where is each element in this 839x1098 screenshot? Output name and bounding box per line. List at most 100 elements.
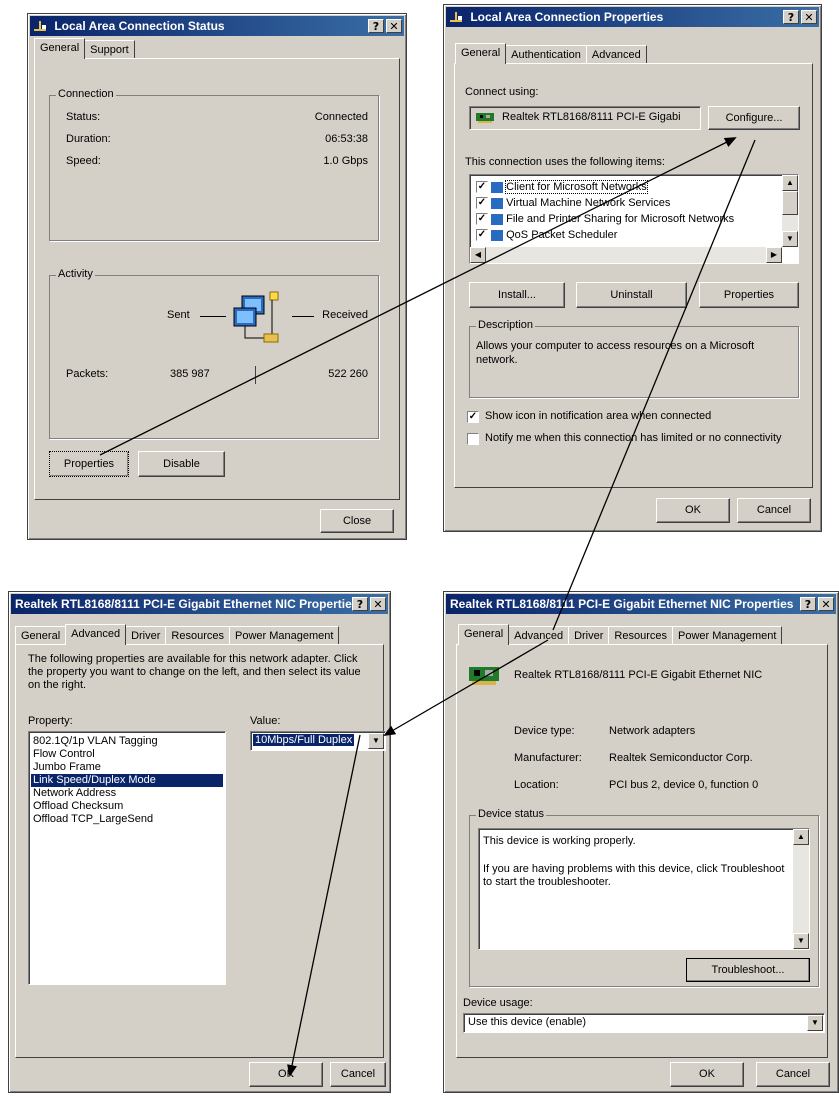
- list-item[interactable]: Jumbo Frame: [31, 761, 223, 774]
- network-card-icon: [476, 113, 494, 123]
- tab-general[interactable]: General: [455, 43, 507, 64]
- property-label: Property:: [28, 715, 73, 727]
- help-icon[interactable]: ?: [783, 10, 799, 24]
- packets-received-value: 522 260: [328, 368, 368, 380]
- connect-using-label: Connect using:: [465, 86, 539, 98]
- packets-sent-value: 385 987: [170, 368, 210, 380]
- manufacturer-value: Realtek Semiconductor Corp.: [609, 752, 753, 764]
- description-group: Description Allows your computer to acce…: [469, 319, 799, 398]
- item-properties-button[interactable]: Properties: [699, 282, 799, 308]
- disable-button[interactable]: Disable: [138, 451, 225, 477]
- close-icon[interactable]: ✕: [801, 10, 817, 24]
- duration-label: Duration:: [66, 133, 111, 145]
- title-bar[interactable]: Local Area Connection Properties ? ✕: [446, 7, 819, 27]
- notify-checkbox[interactable]: [467, 433, 479, 445]
- tab-advanced[interactable]: Advanced: [65, 624, 127, 645]
- title-bar[interactable]: Local Area Connection Status ? ✕: [30, 16, 404, 36]
- install-button[interactable]: Install...: [469, 282, 565, 308]
- list-item[interactable]: Offload TCP_LargeSend: [31, 813, 223, 826]
- value-label: Value:: [250, 715, 281, 727]
- group-label: Activity: [56, 268, 95, 280]
- show-icon-checkbox[interactable]: ✓: [467, 411, 479, 423]
- help-icon[interactable]: ?: [368, 19, 384, 33]
- location-value: PCI bus 2, device 0, function 0: [609, 779, 759, 791]
- help-icon[interactable]: ?: [352, 597, 368, 611]
- property-list[interactable]: 802.1Q/1p VLAN Tagging Flow Control Jumb…: [28, 731, 226, 985]
- vertical-scrollbar[interactable]: ▲ ▼: [782, 175, 798, 247]
- close-icon[interactable]: ✕: [818, 597, 834, 611]
- tab-general[interactable]: General: [15, 626, 67, 645]
- intro-text: The following properties are available f…: [28, 653, 361, 691]
- items-list[interactable]: ✓ Client for Microsoft Networks ✓ Virtua…: [469, 174, 799, 264]
- device-status-group: Device status This device is working pro…: [469, 808, 819, 987]
- list-item[interactable]: Link Speed/Duplex Mode: [31, 774, 223, 787]
- tab-page: Realtek RTL8168/8111 PCI-E Gigabit Ether…: [456, 644, 828, 1058]
- device-usage-label: Device usage:: [463, 997, 533, 1009]
- vertical-scrollbar[interactable]: ▲ ▼: [793, 829, 809, 949]
- cancel-button[interactable]: Cancel: [330, 1062, 386, 1087]
- title-bar[interactable]: Realtek RTL8168/8111 PCI-E Gigabit Ether…: [446, 594, 836, 614]
- tab-driver[interactable]: Driver: [125, 626, 167, 645]
- nic-general-window: Realtek RTL8168/8111 PCI-E Gigabit Ether…: [443, 591, 839, 1093]
- list-item[interactable]: ✓ Virtual Machine Network Services: [474, 195, 734, 211]
- list-item[interactable]: ✓ QoS Packet Scheduler: [474, 227, 734, 243]
- configure-button[interactable]: Configure...: [708, 106, 800, 130]
- ok-button[interactable]: OK: [670, 1062, 744, 1087]
- install-button-label: Install...: [498, 289, 536, 301]
- list-item[interactable]: ✓ Client for Microsoft Networks: [474, 179, 734, 195]
- cancel-button[interactable]: Cancel: [756, 1062, 830, 1087]
- troubleshoot-button-label: Troubleshoot...: [711, 964, 785, 976]
- status-window: Local Area Connection Status ? ✕ General…: [27, 13, 407, 540]
- tab-advanced[interactable]: Advanced: [585, 45, 647, 64]
- close-icon[interactable]: ✕: [370, 597, 386, 611]
- cancel-button[interactable]: Cancel: [737, 498, 811, 523]
- tab-general[interactable]: General: [458, 624, 510, 645]
- tab-authentication[interactable]: Authentication: [505, 45, 587, 64]
- group-label: Device status: [476, 808, 547, 820]
- tab-page: Connect using: Realtek RTL8168/8111 PCI-…: [454, 63, 813, 488]
- chevron-down-icon[interactable]: ▼: [368, 733, 384, 749]
- packets-label: Packets:: [66, 368, 109, 380]
- tab-driver[interactable]: Driver: [568, 626, 610, 645]
- tab-general[interactable]: General: [34, 38, 86, 59]
- activity-group: Activity Sent Received Packets: 385 987 …: [49, 268, 379, 439]
- list-item[interactable]: ✓ File and Printer Sharing for Microsoft…: [474, 211, 734, 227]
- title-bar[interactable]: Realtek RTL8168/8111 PCI-E Gigabit Ether…: [11, 594, 388, 614]
- help-icon[interactable]: ?: [800, 597, 816, 611]
- nic-advanced-window: Realtek RTL8168/8111 PCI-E Gigabit Ether…: [8, 591, 391, 1093]
- ok-button[interactable]: OK: [249, 1062, 323, 1087]
- status-line-2: If you are having problems with this dev…: [483, 863, 785, 888]
- uninstall-button[interactable]: Uninstall: [576, 282, 687, 308]
- item-label: Virtual Machine Network Services: [506, 197, 671, 209]
- close-button-label: Close: [342, 515, 372, 527]
- ok-button-label: OK: [685, 504, 701, 516]
- tab-support[interactable]: Support: [84, 40, 135, 59]
- network-connection-icon: [34, 20, 46, 31]
- ok-button[interactable]: OK: [656, 498, 730, 523]
- tab-page: The following properties are available f…: [15, 644, 386, 1058]
- items-label: This connection uses the following items…: [465, 156, 665, 168]
- device-usage-value: Use this device (enable): [468, 1016, 587, 1028]
- value-dropdown[interactable]: 10Mbps/Full Duplex ▼: [250, 731, 386, 751]
- tab-resources[interactable]: Resources: [608, 626, 673, 645]
- properties-button[interactable]: Properties: [49, 451, 129, 477]
- list-item[interactable]: Network Address: [31, 787, 223, 800]
- tab-power-management[interactable]: Power Management: [672, 626, 783, 645]
- close-button[interactable]: Close: [320, 509, 394, 533]
- horizontal-scrollbar[interactable]: ◀ ▶: [470, 247, 782, 263]
- list-item[interactable]: Flow Control: [31, 748, 223, 761]
- item-properties-button-label: Properties: [723, 289, 775, 301]
- device-type-value: Network adapters: [609, 725, 696, 737]
- description-text: Allows your computer to access resources…: [476, 340, 755, 366]
- speed-value: 1.0 Gbps: [323, 155, 368, 167]
- list-item[interactable]: Offload Checksum: [31, 800, 223, 813]
- list-item[interactable]: 802.1Q/1p VLAN Tagging: [31, 735, 223, 748]
- tab-power-management[interactable]: Power Management: [229, 626, 340, 645]
- device-usage-dropdown[interactable]: Use this device (enable) ▼: [463, 1013, 825, 1033]
- uninstall-button-label: Uninstall: [610, 289, 653, 301]
- chevron-down-icon[interactable]: ▼: [807, 1015, 823, 1031]
- close-icon[interactable]: ✕: [386, 19, 402, 33]
- tab-advanced[interactable]: Advanced: [508, 626, 570, 645]
- tab-resources[interactable]: Resources: [165, 626, 230, 645]
- troubleshoot-button[interactable]: Troubleshoot...: [686, 958, 810, 982]
